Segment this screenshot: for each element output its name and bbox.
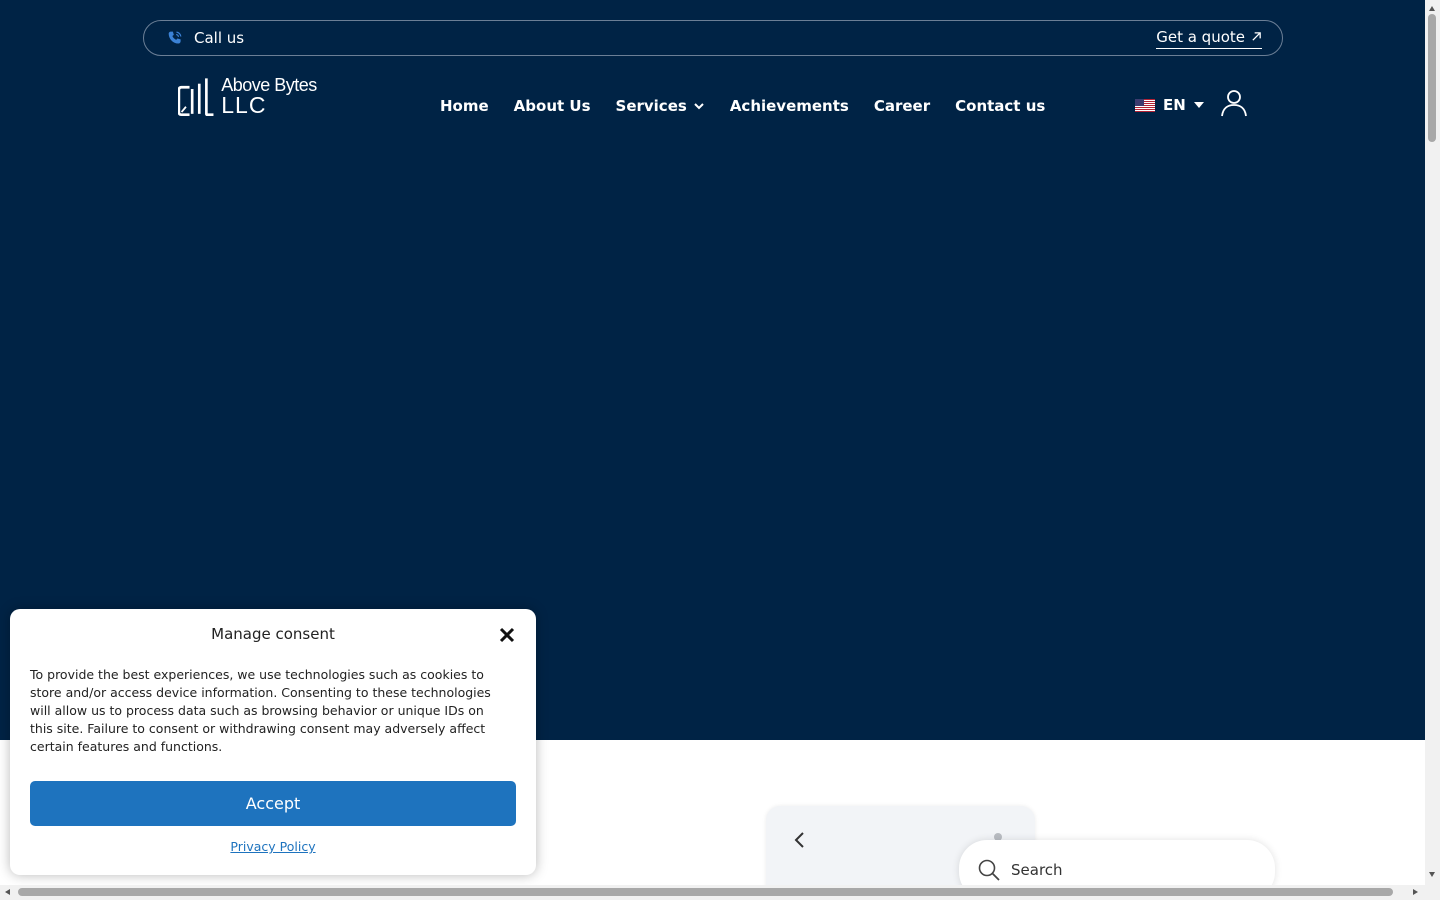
logo-text: Above Bytes LLC	[221, 76, 350, 120]
nav-label: Services	[615, 97, 687, 115]
close-icon[interactable]	[498, 626, 516, 644]
get-a-quote-underline: Get a quote	[1156, 28, 1262, 49]
building-logo-icon	[178, 78, 214, 117]
vertical-scroll-thumb[interactable]	[1428, 14, 1436, 142]
scroll-up-arrow[interactable]	[1429, 6, 1435, 11]
user-icon[interactable]	[1220, 89, 1248, 117]
search-icon	[978, 859, 1000, 881]
nav-item-contact-us[interactable]: Contact us	[955, 97, 1045, 115]
nav-item-home[interactable]: Home	[440, 97, 489, 115]
horizontal-scroll-thumb[interactable]	[18, 888, 1393, 896]
get-a-quote-link[interactable]: Get a quote	[1156, 21, 1262, 55]
consent-title: Manage consent	[211, 625, 335, 643]
vertical-scrollbar[interactable]	[1425, 0, 1440, 885]
language-switcher[interactable]: EN	[1135, 94, 1204, 116]
nav-item-about-us[interactable]: About Us	[514, 97, 591, 115]
nav-item-achievements[interactable]: Achievements	[730, 97, 849, 115]
phone-icon	[168, 31, 182, 44]
language-code: EN	[1163, 96, 1186, 114]
privacy-policy-link[interactable]: Privacy Policy	[10, 839, 536, 854]
main-nav: Home About Us Services Achievements Care…	[440, 92, 1045, 120]
caret-down-icon	[1193, 102, 1204, 108]
accept-button[interactable]: Accept	[30, 781, 516, 826]
search-placeholder: Search	[1011, 861, 1063, 879]
scroll-down-arrow[interactable]	[1429, 872, 1435, 877]
scroll-left-arrow[interactable]	[5, 889, 10, 895]
scroll-right-arrow[interactable]	[1413, 889, 1418, 895]
consent-dialog: Manage consent To provide the best exper…	[10, 609, 536, 875]
us-flag-icon	[1135, 98, 1155, 112]
nav-label: Career	[873, 97, 931, 115]
logo-suffix: LLC	[221, 92, 267, 118]
nav-item-career[interactable]: Career	[874, 97, 930, 115]
get-a-quote-label: Get a quote	[1156, 27, 1245, 46]
scrollbar-corner	[1425, 885, 1440, 900]
nav-label: Home	[440, 97, 489, 115]
chevron-down-icon	[694, 103, 704, 110]
chevron-left-icon[interactable]	[792, 830, 808, 850]
consent-message: To provide the best experiences, we use …	[30, 667, 491, 754]
call-us-label: Call us	[194, 29, 245, 47]
arrow-up-right-icon	[1252, 32, 1261, 41]
call-us-link[interactable]: Call us	[166, 21, 244, 55]
nav-label: About Us	[513, 97, 591, 115]
nav-item-services[interactable]: Services	[616, 97, 705, 115]
horizontal-scrollbar[interactable]	[0, 885, 1425, 900]
nav-label: Achievements	[729, 97, 849, 115]
nav-label: Contact us	[955, 97, 1046, 115]
site-logo[interactable]: Above Bytes LLC	[178, 74, 350, 120]
top-contact-bar: Call us Get a quote	[143, 20, 1283, 56]
